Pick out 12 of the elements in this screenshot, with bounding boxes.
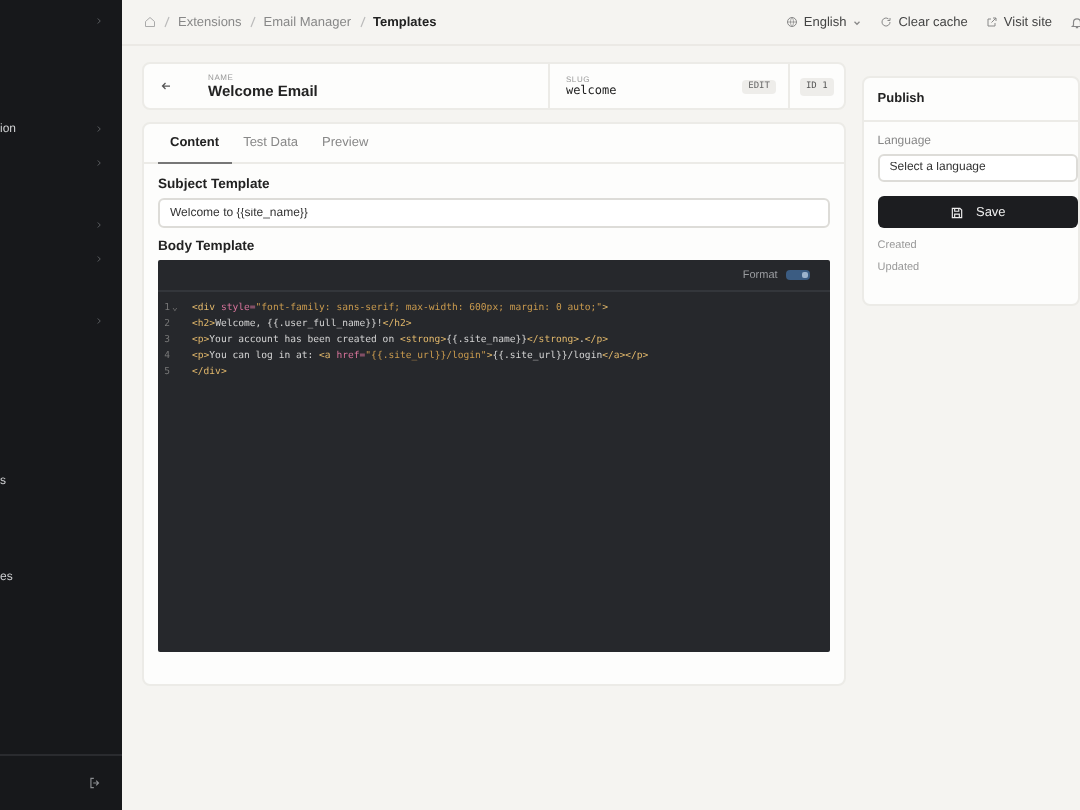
chevron-down-icon <box>852 17 863 27</box>
external-link-icon <box>985 16 998 28</box>
bell-icon <box>1070 15 1080 29</box>
refresh-icon <box>880 16 893 28</box>
home-icon <box>144 16 156 28</box>
format-toggle[interactable] <box>785 270 810 280</box>
logout-icon <box>88 776 102 790</box>
globe-icon <box>785 16 798 28</box>
arrow-left-icon <box>160 80 172 92</box>
slash-separator-icon <box>359 16 366 28</box>
slash-separator-icon <box>249 16 256 28</box>
slash-separator-icon <box>164 16 170 28</box>
